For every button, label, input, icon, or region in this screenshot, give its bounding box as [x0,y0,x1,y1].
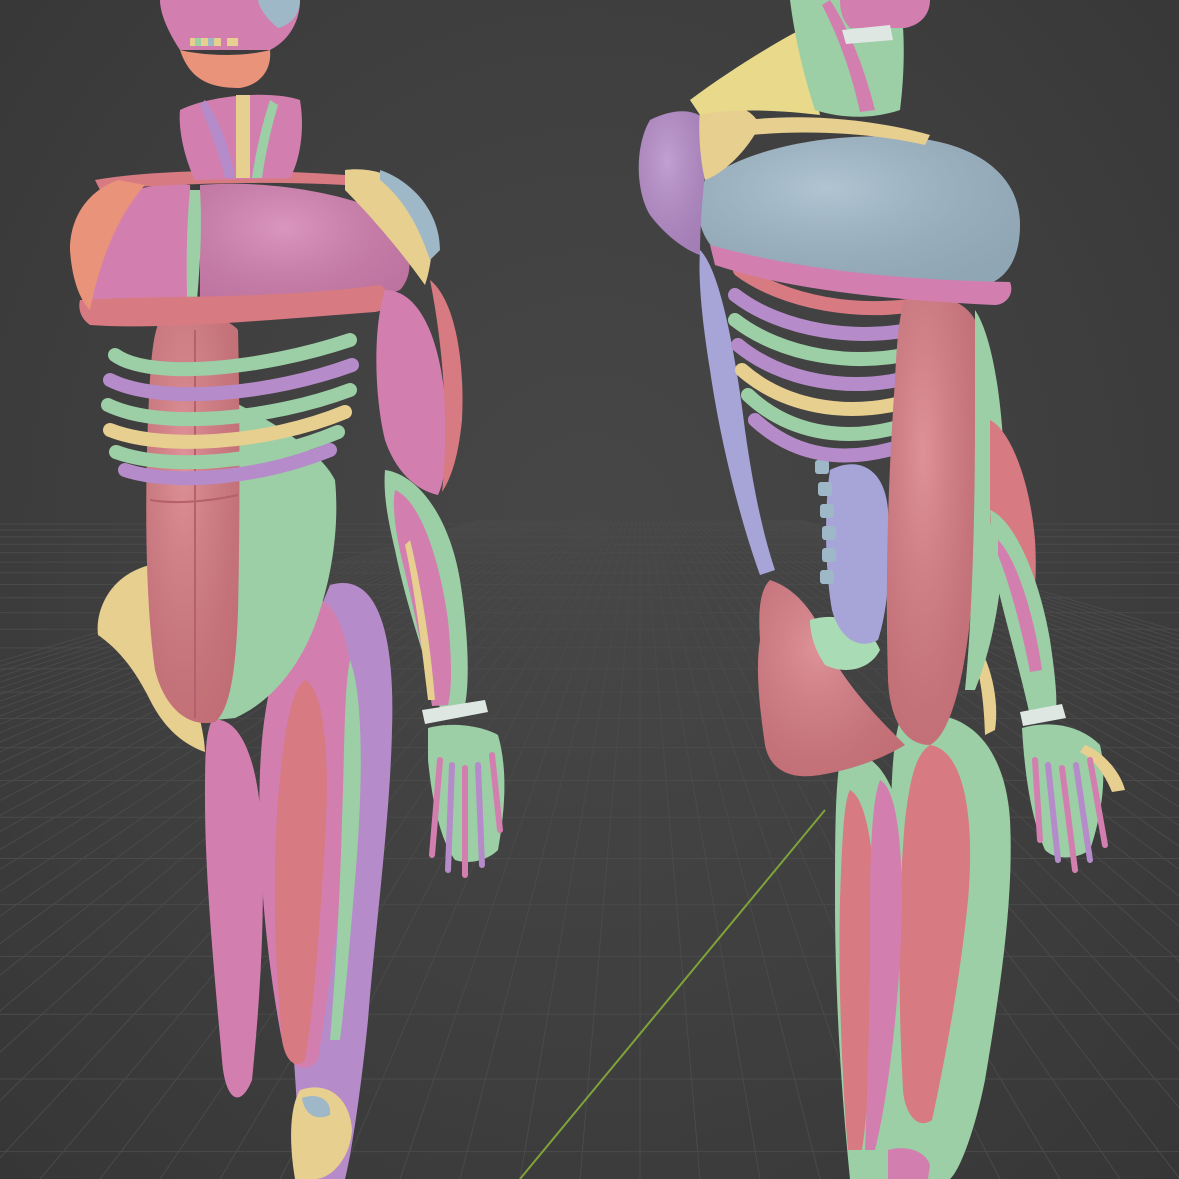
3d-viewport[interactable] [0,0,1179,1179]
y-axis-line [519,809,826,1179]
right-rectus-shade [886,296,978,745]
left-teeth [190,38,238,46]
anatomy-figure-front[interactable] [70,0,505,1179]
anatomy-figure-side[interactable] [638,0,1125,1179]
right-jaw [840,0,930,28]
grid-line [579,519,637,1179]
grid-line [643,519,701,1179]
left-jaw [180,50,271,88]
grid-line [647,519,761,1179]
left-trachea [236,95,250,178]
grid-line [519,519,633,1179]
left-biceps [376,290,448,495]
left-inner-thigh [205,719,263,1098]
viewport-canvas[interactable] [0,0,1179,1179]
